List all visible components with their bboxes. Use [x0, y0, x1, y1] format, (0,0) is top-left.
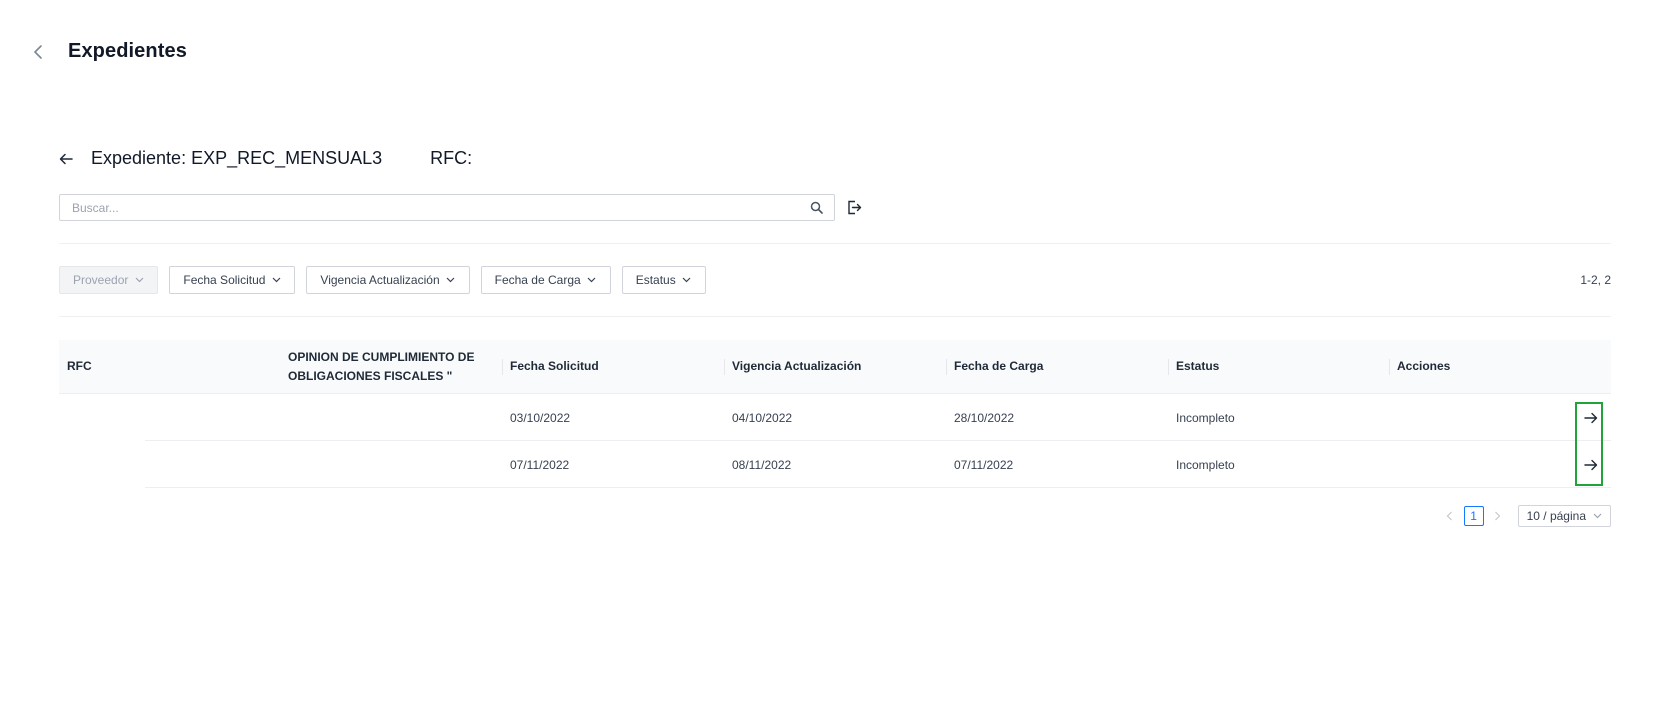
column-header-opinion-line1: OPINION DE CUMPLIMIENTO DE — [288, 349, 475, 364]
filter-label: Fecha de Carga — [494, 273, 581, 287]
column-header-estatus[interactable]: Estatus — [1168, 357, 1389, 376]
chevron-down-icon — [682, 275, 692, 285]
column-header-vigencia[interactable]: Vigencia Actualización — [724, 357, 946, 376]
page: Expedientes Expediente: EXP_REC_MENSUAL3… — [0, 0, 1653, 727]
search-row — [59, 194, 863, 221]
chevron-right-icon[interactable] — [1492, 510, 1504, 522]
chevron-down-icon — [134, 275, 144, 285]
search-icon[interactable] — [808, 200, 824, 216]
column-header-opinion[interactable]: OPINION DE CUMPLIMIENTO DE OBLIGACIONES … — [280, 348, 502, 386]
chevron-down-icon — [1592, 511, 1602, 521]
table-header: RFC OPINION DE CUMPLIMIENTO DE OBLIGACIO… — [59, 340, 1611, 394]
cell-fecha-carga: 07/11/2022 — [954, 457, 1014, 472]
search-box[interactable] — [59, 194, 835, 221]
filter-estatus[interactable]: Estatus — [621, 266, 706, 294]
chevron-left-icon[interactable] — [28, 42, 48, 62]
filter-fecha-carga[interactable]: Fecha de Carga — [480, 266, 611, 294]
divider — [59, 316, 1611, 317]
filter-proveedor: Proveedor — [59, 266, 159, 294]
filter-label: Vigencia Actualización — [320, 273, 440, 287]
cell-fecha-carga: 28/10/2022 — [954, 410, 1015, 425]
filter-bar: Proveedor Fecha Solicitud Vigencia Actua… — [59, 266, 706, 294]
divider — [59, 243, 1611, 244]
column-header-acciones: Acciones — [1389, 357, 1611, 376]
top-header: Expedientes — [28, 40, 187, 63]
cell-fecha-solicitud: 07/11/2022 — [510, 457, 570, 472]
search-input[interactable] — [70, 199, 808, 216]
column-header-fecha-carga[interactable]: Fecha de Carga — [946, 357, 1168, 376]
expediente-label: Expediente: EXP_REC_MENSUAL3 — [91, 148, 383, 168]
column-header-opinion-line2: OBLIGACIONES FISCALES " — [288, 368, 453, 383]
filter-label: Fecha Solicitud — [183, 273, 266, 287]
rfc-label: RFC: — [430, 148, 473, 168]
column-header-fecha-solicitud[interactable]: Fecha Solicitud — [502, 357, 724, 376]
page-number-current[interactable]: 1 — [1463, 506, 1484, 526]
arrow-left-icon[interactable] — [57, 150, 75, 168]
table-row: 07/11/2022 08/11/2022 07/11/2022 Incompl… — [59, 441, 1611, 488]
export-icon[interactable] — [845, 199, 863, 217]
chevron-left-icon[interactable] — [1444, 510, 1456, 522]
filter-label: Proveedor — [73, 273, 129, 287]
table-row: 03/10/2022 04/10/2022 28/10/2022 Incompl… — [59, 394, 1611, 441]
filter-vigencia-actualizacion[interactable]: Vigencia Actualización — [306, 266, 470, 294]
cell-estatus: Incompleto — [1176, 410, 1235, 425]
cell-fecha-solicitud: 03/10/2022 — [510, 410, 571, 425]
chevron-down-icon — [587, 275, 597, 285]
page-size-select[interactable]: 10 / página — [1517, 505, 1611, 527]
row-divider — [145, 487, 1611, 488]
expediente-header: Expediente: EXP_REC_MENSUAL3 RFC: — [57, 148, 472, 169]
pagination: 1 10 / página — [1444, 505, 1611, 527]
cell-vigencia: 04/10/2022 — [732, 410, 793, 425]
chevron-down-icon — [271, 275, 281, 285]
filter-fecha-solicitud[interactable]: Fecha Solicitud — [169, 266, 296, 294]
expedientes-table: RFC OPINION DE CUMPLIMIENTO DE OBLIGACIO… — [59, 340, 1611, 488]
page-title: Expedientes — [68, 40, 187, 62]
arrow-right-icon[interactable] — [1581, 408, 1601, 428]
cell-estatus: Incompleto — [1176, 457, 1235, 472]
filter-label: Estatus — [635, 273, 676, 287]
chevron-down-icon — [446, 275, 456, 285]
results-range: 1-2, 2 — [1580, 273, 1611, 287]
column-header-rfc[interactable]: RFC — [59, 357, 280, 376]
page-size-value: 10 / página — [1526, 509, 1586, 523]
arrow-right-icon[interactable] — [1581, 455, 1601, 475]
cell-vigencia: 08/11/2022 — [732, 457, 792, 472]
